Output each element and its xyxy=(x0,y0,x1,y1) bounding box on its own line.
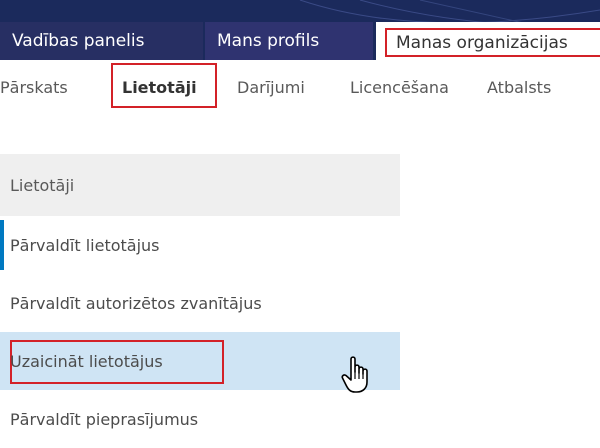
tab-my-organizations[interactable]: Manas organizācijas xyxy=(376,22,600,60)
subnav-transactions[interactable]: Darījumi xyxy=(237,78,305,97)
side-menu-header-label: Lietotāji xyxy=(10,175,75,195)
menu-item-manage-requests-label: Pārvaldīt pieprasījumus xyxy=(10,409,199,429)
top-banner: Vadības panelis Mans profils Manas organ… xyxy=(0,0,600,60)
subnav-licensing[interactable]: Licencēšana xyxy=(350,78,449,97)
hand-pointer-icon xyxy=(341,356,368,393)
menu-item-invite-users-label: Uzaicināt lietotājus xyxy=(10,351,163,371)
tab-my-organizations-label: Manas organizācijas xyxy=(396,32,568,53)
subnav-overview[interactable]: Pārskats xyxy=(0,78,68,97)
menu-item-manage-authorized-callers[interactable]: Pārvaldīt autorizētos zvanītājus xyxy=(0,274,400,332)
menu-item-manage-requests[interactable]: Pārvaldīt pieprasījumus xyxy=(0,390,400,448)
menu-item-manage-authorized-callers-label: Pārvaldīt autorizētos zvanītājus xyxy=(10,293,262,313)
tab-my-organizations-highlight: Manas organizācijas xyxy=(385,28,600,57)
tab-dashboard[interactable]: Vadības panelis xyxy=(0,22,203,60)
secondary-nav: Pārskats Lietotāji Darījumi Licencēšana … xyxy=(0,60,600,116)
side-menu-header: Lietotāji xyxy=(0,154,400,216)
page: Vadības panelis Mans profils Manas organ… xyxy=(0,0,600,448)
tab-my-profile-label: Mans profils xyxy=(217,31,320,51)
menu-item-manage-users[interactable]: Pārvaldīt lietotājus xyxy=(0,216,400,274)
menu-item-invite-users[interactable]: Uzaicināt lietotājus xyxy=(0,332,400,390)
subnav-users-highlight xyxy=(111,63,217,108)
subnav-support[interactable]: Atbalsts xyxy=(487,78,551,97)
menu-item-manage-users-label: Pārvaldīt lietotājus xyxy=(10,235,160,255)
tab-my-profile[interactable]: Mans profils xyxy=(205,22,373,60)
side-menu: Lietotāji Pārvaldīt lietotājus Pārvaldīt… xyxy=(0,154,400,448)
tab-dashboard-label: Vadības panelis xyxy=(12,31,145,51)
